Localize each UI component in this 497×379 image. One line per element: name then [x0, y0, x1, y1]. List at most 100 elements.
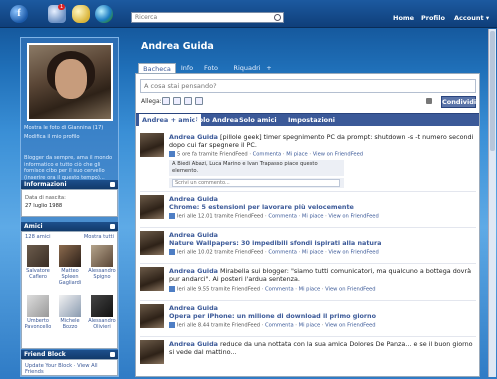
friend-avatar — [27, 295, 49, 317]
post-avatar[interactable] — [140, 231, 164, 255]
profile-picture[interactable] — [27, 43, 113, 121]
friend-avatar — [91, 295, 113, 317]
nav-account[interactable]: Account ▾ — [454, 14, 489, 22]
post-text: Andrea Guida [pillole geek] timer spegni… — [169, 133, 474, 149]
attach-link-icon[interactable] — [195, 97, 203, 105]
show-photos-link[interactable]: Mostra le foto di Giannina (17) — [24, 125, 103, 131]
post-meta: Ieri alle 8.44 tramite FriendFeed · Comm… — [169, 322, 376, 329]
info-box: Data di nascita: 27 luglio 1988 — [21, 189, 118, 217]
friend-name: Umberto Pavoncello — [24, 318, 52, 330]
privacy-lock-icon[interactable] — [426, 98, 432, 104]
post-avatar[interactable] — [140, 195, 164, 219]
share-button[interactable]: Condividi — [441, 96, 476, 108]
messages-icon[interactable] — [72, 5, 90, 23]
post-author[interactable]: Andrea Guida — [169, 231, 218, 239]
notification-badge: 1 — [58, 4, 66, 10]
comment-link[interactable]: Commenta — [253, 152, 282, 158]
attach-event-icon[interactable] — [184, 97, 192, 105]
post-link[interactable]: Nature Wallpapers: 30 impedibili sfondi … — [169, 239, 381, 247]
post-avatar[interactable] — [140, 267, 164, 291]
post-meta: Ieri alle 10.02 tramite FriendFeed · Com… — [169, 249, 379, 256]
friend-block-title: Friend Block — [24, 351, 66, 358]
like-link[interactable]: Mi piace — [302, 214, 324, 220]
post-author[interactable]: Andrea Guida — [169, 340, 218, 348]
filter-settings[interactable]: Impostazioni — [288, 114, 335, 127]
attach-video-icon[interactable] — [173, 97, 181, 105]
feed-filters: Andrea + amici Solo Andrea Solo amici Im… — [136, 113, 479, 127]
search-box — [131, 12, 284, 23]
scrollbar-thumb[interactable] — [490, 31, 495, 151]
view-on-friendfeed-link[interactable]: View on FriendFeed — [325, 287, 375, 293]
filter-only-friends[interactable]: Solo amici — [239, 114, 277, 127]
post-text: Andrea Guida Opera per iPhone: un milione… — [169, 304, 474, 320]
post-divider — [140, 300, 476, 301]
post-author[interactable]: Andrea Guida — [169, 133, 218, 141]
like-link[interactable]: Mi piace — [286, 152, 308, 158]
comment-input[interactable] — [172, 179, 340, 187]
nav-home[interactable]: Home — [393, 14, 414, 22]
show-all-friends-link[interactable]: Mostra tutti — [84, 234, 114, 240]
search-icon[interactable] — [274, 14, 281, 21]
info-box-header: Informazioni — [21, 180, 118, 189]
friend-item[interactable]: Michele Bozzo — [55, 295, 85, 330]
friend-item[interactable]: Umberto Pavoncello — [23, 295, 53, 330]
profile-bio: Blogger da sempre, ama il mondo informat… — [24, 155, 113, 181]
post-divider — [140, 336, 476, 337]
nav-profile[interactable]: Profilo — [421, 14, 445, 22]
filter-all[interactable]: Andrea + amici — [139, 114, 201, 127]
friend-item[interactable]: Matteo Spleen Gagliardi — [55, 245, 85, 286]
page-scrollbar[interactable] — [488, 29, 496, 377]
edit-pencil-icon[interactable] — [110, 352, 115, 357]
view-on-friendfeed-link[interactable]: View on FriendFeed — [325, 323, 375, 329]
post-author[interactable]: Andrea Guida — [169, 195, 218, 203]
post-link[interactable]: Chrome: 5 estensioni per lavorare più ve… — [169, 203, 354, 211]
facebook-logo-icon[interactable]: f — [10, 5, 28, 23]
view-on-friendfeed-link[interactable]: View on FriendFeed — [328, 250, 378, 256]
edit-profile-link[interactable]: Modifica il mio profilo — [24, 134, 80, 140]
post-avatar[interactable] — [140, 304, 164, 328]
friendfeed-icon — [169, 322, 175, 328]
post-time: Ieri alle 10.02 tramite FriendFeed — [177, 249, 264, 256]
post-text: Andrea Guida Chrome: 5 estensioni per lav… — [169, 195, 474, 211]
friend-item[interactable]: Salvatore Caflero — [23, 245, 53, 280]
post-text: Andrea Guida reduce da una nottata con l… — [169, 340, 474, 356]
friends-count[interactable]: 128 amici — [25, 234, 51, 240]
like-link[interactable]: Mi piace — [299, 287, 321, 293]
comment-link[interactable]: Commenta — [265, 287, 294, 293]
friendfeed-icon — [169, 151, 175, 157]
friend-item[interactable]: Alessandro Spigno — [87, 245, 117, 280]
filter-only-andrea[interactable]: Solo Andrea — [194, 114, 238, 127]
comment-link[interactable]: Commenta — [265, 323, 294, 329]
view-on-friendfeed-link[interactable]: View on FriendFeed — [328, 214, 378, 220]
post-author[interactable]: Andrea Guida — [169, 304, 218, 312]
post-divider — [140, 263, 476, 264]
comment-box — [169, 178, 344, 188]
like-link[interactable]: Mi piace — [299, 323, 321, 329]
like-link[interactable]: Mi piace — [302, 250, 324, 256]
post-author[interactable]: Andrea Guida — [169, 267, 218, 275]
comment-link[interactable]: Commenta — [268, 214, 297, 220]
edit-pencil-icon[interactable] — [110, 224, 115, 229]
edit-pencil-icon[interactable] — [110, 182, 115, 187]
post-link[interactable]: Opera per iPhone: un milione di download… — [169, 312, 376, 320]
post-meta: Ieri alle 9.55 tramite FriendFeed · Comm… — [169, 286, 376, 293]
profile-name: Andrea Guida — [141, 41, 214, 52]
friend-block-links[interactable]: Update Your Block · View All Friends — [25, 363, 117, 375]
friendfeed-icon — [169, 286, 175, 292]
post-avatar[interactable] — [140, 133, 164, 157]
post-avatar[interactable] — [140, 340, 164, 364]
friend-name: Alessandro Spigno — [88, 268, 116, 280]
notifications-globe-icon[interactable] — [95, 5, 113, 23]
search-input[interactable] — [132, 13, 272, 22]
friends-box: 128 amici Mostra tutti Salvatore Caflero… — [21, 231, 118, 349]
attach-photo-icon[interactable] — [162, 97, 170, 105]
friend-item[interactable]: Alessandro Olivieri — [87, 295, 117, 330]
friend-avatar — [59, 295, 81, 317]
post-time: 5 ore fa tramite FriendFeed — [177, 151, 248, 158]
status-input[interactable] — [141, 80, 471, 92]
friend-avatar — [91, 245, 113, 267]
comment-link[interactable]: Commenta — [268, 250, 297, 256]
friend-name: Salvatore Caflero — [26, 268, 50, 280]
friendfeed-icon — [169, 213, 175, 219]
view-on-friendfeed-link[interactable]: View on FriendFeed — [313, 152, 363, 158]
